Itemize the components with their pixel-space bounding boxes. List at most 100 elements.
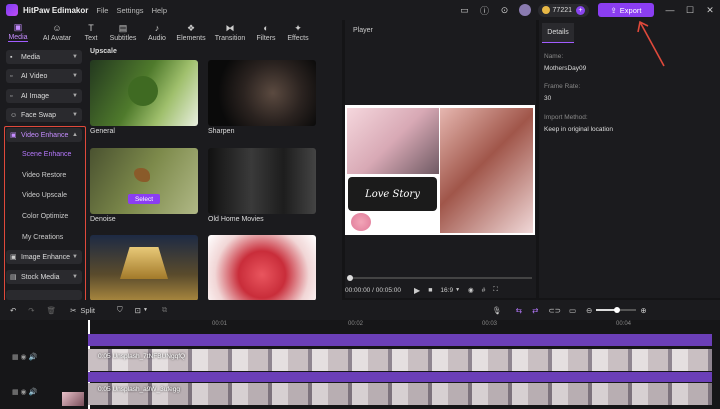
sidebar-label: AI Image: [21, 92, 50, 100]
caption-icon[interactable]: ▭: [569, 306, 576, 315]
menu-settings[interactable]: Settings: [116, 6, 143, 15]
snapshot-icon[interactable]: ◉: [468, 286, 474, 294]
player-preview: Love Story: [345, 105, 535, 235]
ruler-tick: 00:02: [348, 321, 364, 327]
player-progress-track[interactable]: [347, 275, 532, 281]
split-label[interactable]: Split: [80, 306, 95, 315]
elements-icon: ❖: [186, 22, 196, 33]
tab-subtitles[interactable]: ▤ Subtitles: [104, 20, 142, 44]
fps-value: 30: [544, 95, 552, 102]
delete-icon[interactable]: 🗑: [47, 306, 57, 315]
magnet-icon[interactable]: ⇆: [516, 306, 522, 315]
fullscreen-icon[interactable]: ⛶: [493, 286, 498, 294]
crop-icon[interactable]: ⧉: [162, 305, 167, 315]
thumbnail-general[interactable]: [90, 60, 198, 126]
redo-icon[interactable]: ↷: [28, 306, 34, 315]
sidebar-item-ai-video[interactable]: ▫ AI Video ▼: [6, 69, 82, 83]
play-icon[interactable]: ▶: [414, 286, 420, 295]
tab-effects[interactable]: ✦ Effects: [282, 20, 314, 44]
clip-thumbnail[interactable]: [62, 392, 84, 406]
love-story-text: Love Story: [365, 188, 420, 200]
stop-icon[interactable]: ■: [428, 287, 432, 294]
thumb-label-denoise: Denoise: [90, 216, 116, 223]
sidebar-item-media[interactable]: ▪ Media ▼: [6, 50, 82, 64]
shield-icon[interactable]: ⛉: [117, 305, 123, 315]
import-value: Keep in original location: [544, 126, 614, 133]
video-track-2[interactable]: [88, 383, 712, 405]
undo-icon[interactable]: ↶: [10, 306, 16, 315]
chevron-down-icon: ▼: [72, 93, 78, 99]
text-tool-icon[interactable]: ⊡: [135, 306, 141, 315]
coins-badge[interactable]: 77221 +: [537, 3, 589, 17]
tab-elements[interactable]: ❖ Elements: [172, 20, 210, 44]
maximize-icon[interactable]: ☐: [684, 4, 696, 16]
ruler-tick: 00:04: [616, 321, 632, 327]
grid-icon[interactable]: #: [482, 287, 486, 294]
tab-label: AI Avatar: [42, 34, 72, 42]
coins-count: 77221: [552, 6, 572, 14]
tab-filters[interactable]: ◐ Filters: [250, 20, 282, 44]
split-icon[interactable]: ✂: [70, 306, 76, 315]
tab-label: Elements: [176, 34, 206, 42]
menu-file[interactable]: File: [96, 6, 108, 15]
track-controls[interactable]: ▦ ◉ 🔊: [12, 353, 37, 361]
ai-image-icon: ▫: [10, 92, 13, 100]
avatar-icon: ☺: [52, 22, 62, 33]
link-icon[interactable]: ⇄: [532, 306, 538, 315]
thumbnail-denoise[interactable]: Select: [90, 148, 198, 214]
chevron-down-icon[interactable]: ▼: [143, 307, 148, 313]
timeline-toolbar: ↶ ↷ 🗑 ✂ Split ⛉ ⊡ ▼ ⧉ 🎙 ⇆ ⇄ ⊂⊃ ▭ ⊖ ⊕: [0, 300, 720, 320]
tab-media[interactable]: ▣ Media: [0, 20, 36, 44]
chain-icon[interactable]: ⊂⊃: [548, 306, 561, 315]
track-controls-2[interactable]: ▦ ◉ 🔊: [12, 388, 37, 396]
folder-icon: ▪: [10, 53, 13, 61]
chevron-down-icon[interactable]: ▼: [455, 287, 460, 293]
highlight-box: [4, 126, 86, 311]
mic-icon[interactable]: 🎙: [492, 306, 502, 315]
effects-icon: ✦: [294, 22, 302, 33]
zoom-slider[interactable]: [596, 307, 637, 313]
audio-track-bar[interactable]: [88, 334, 712, 346]
tab-transition[interactable]: ⧓ Transition: [210, 20, 250, 44]
sidebar-label: Media: [21, 53, 41, 61]
flower-decoration: [351, 213, 371, 231]
tab-text[interactable]: T Text: [78, 20, 104, 44]
tab-ai-avatar[interactable]: ☺ AI Avatar: [36, 20, 78, 44]
menu-help[interactable]: Help: [152, 6, 167, 15]
audio-track-bar-2[interactable]: [88, 372, 712, 382]
close-icon[interactable]: ✕: [704, 4, 716, 16]
zoom-in-icon[interactable]: ⊕: [640, 306, 646, 315]
ai-video-icon: ▫: [10, 72, 13, 80]
app-logo-icon: [6, 4, 18, 16]
avatar[interactable]: [518, 4, 531, 16]
player-time: 00:00:00 / 00:05:00: [345, 286, 402, 294]
media-icon: ▣: [13, 22, 23, 32]
tab-audio[interactable]: ♪ Audio: [142, 20, 172, 44]
title-bar: HitPaw Edimakor File Settings Help ▭ ⓘ ⊙…: [0, 0, 720, 20]
sidebar-label: Face Swap: [21, 111, 57, 119]
thumbnail-sharpen[interactable]: [208, 60, 316, 126]
info-icon[interactable]: ⓘ: [479, 4, 491, 16]
tab-label: Effects: [287, 34, 309, 42]
thumbnail-fox-logo[interactable]: [90, 235, 198, 301]
player-controls: 00:00:00 / 00:05:00 ▶ ■ 16:9 ▼ ◉ # ⛶: [345, 282, 536, 298]
select-button[interactable]: Select: [128, 194, 160, 204]
content-panel: Upscale General Sharpen Select Denoise O…: [86, 44, 342, 301]
sidebar-item-face-swap[interactable]: ☺ Face Swap ▼: [6, 108, 82, 122]
feedback-icon[interactable]: ▭: [459, 4, 471, 16]
export-icon: ⇪: [610, 5, 617, 15]
tab-details[interactable]: Details: [542, 23, 574, 43]
thumbnail-strawberry[interactable]: [208, 235, 316, 301]
aspect-ratio[interactable]: 16:9: [440, 287, 453, 294]
sidebar: ▪ Media ▼ ▫ AI Video ▼ ▫ AI Image ▼ ☺ Face Swap…: [0, 44, 86, 311]
add-coins-icon[interactable]: +: [576, 5, 585, 15]
player-scrubber[interactable]: [347, 275, 353, 281]
sidebar-item-ai-image[interactable]: ▫ AI Image ▼: [6, 89, 82, 103]
zoom-out-icon[interactable]: ⊖: [586, 306, 592, 315]
name-value: MothersDay09: [544, 65, 587, 72]
download-icon[interactable]: ⊙: [499, 4, 511, 16]
tab-label: Transition: [214, 34, 246, 42]
clip-label-1: 0:05 Unsplash_7tNFBUNgqfQ: [98, 353, 186, 360]
chevron-down-icon: ▼: [72, 73, 78, 79]
thumbnail-old-home-movies[interactable]: [208, 148, 316, 214]
